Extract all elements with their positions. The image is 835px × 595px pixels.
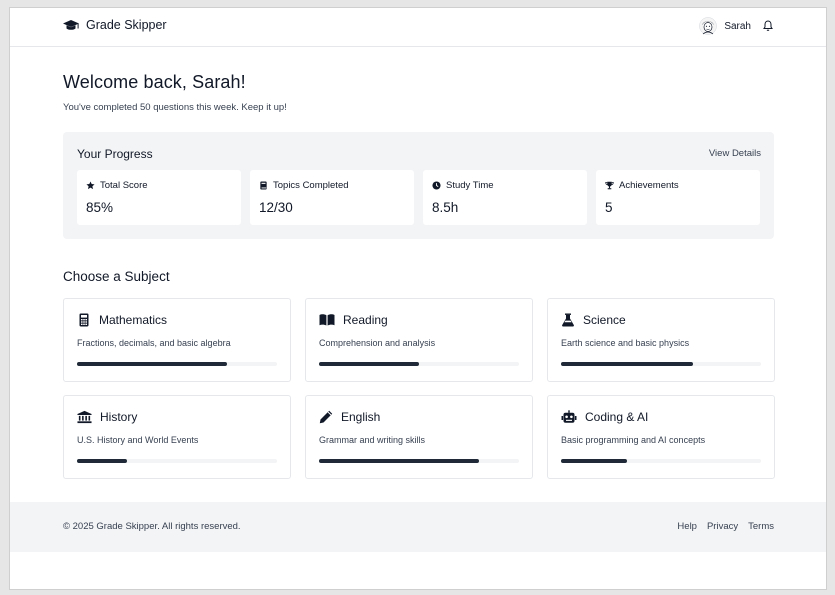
subject-name: Coding & AI (585, 410, 649, 424)
subject-card-english[interactable]: English Grammar and writing skills (305, 395, 533, 479)
subject-name: Mathematics (99, 313, 168, 327)
clock-icon (432, 181, 441, 190)
avatar[interactable] (699, 17, 718, 35)
book-icon (260, 181, 267, 190)
stats-row: Total Score 85% Topics Completed 12/30 S… (77, 170, 760, 225)
stat-value: 85% (86, 200, 114, 215)
footer-link-privacy[interactable]: Privacy (707, 521, 738, 532)
user-name: Sarah (724, 20, 751, 32)
main-content: Welcome back, Sarah! You've completed 50… (63, 46, 775, 479)
footer-link-terms[interactable]: Terms (748, 521, 774, 532)
stat-value: 5 (605, 200, 613, 215)
progress-bar-fill (77, 459, 127, 463)
footer-link-help[interactable]: Help (677, 521, 697, 532)
brand[interactable]: Grade Skipper (63, 18, 167, 32)
progress-bar-fill (319, 459, 479, 463)
stat-value: 12/30 (259, 200, 293, 215)
progress-bar (319, 362, 519, 366)
stat-label: Study Time (446, 180, 494, 191)
subject-description: Earth science and basic physics (561, 338, 690, 348)
subject-card-science[interactable]: Science Earth science and basic physics (547, 298, 775, 382)
calculator-icon (79, 313, 89, 327)
pencil-icon (319, 410, 333, 424)
progress-bar (561, 362, 761, 366)
subjects-title: Choose a Subject (63, 269, 170, 284)
subject-name: History (100, 410, 138, 424)
landmark-icon (77, 410, 92, 424)
subject-card-reading[interactable]: Reading Comprehension and analysis (305, 298, 533, 382)
stat-label: Achievements (619, 180, 679, 191)
stat-card-study-time: Study Time 8.5h (423, 170, 587, 225)
progress-panel: Your Progress View Details Total Score 8… (63, 132, 774, 239)
progress-bar-fill (319, 362, 419, 366)
bell-icon[interactable] (762, 20, 774, 32)
subject-name: Science (583, 313, 626, 327)
progress-bar (77, 459, 277, 463)
graduation-cap-icon (63, 19, 79, 30)
robot-icon (561, 410, 577, 423)
progress-title: Your Progress (77, 147, 153, 161)
stat-value: 8.5h (432, 200, 459, 215)
subject-card-mathematics[interactable]: Mathematics Fractions, decimals, and bas… (63, 298, 291, 382)
subjects-grid: Mathematics Fractions, decimals, and bas… (63, 298, 775, 479)
progress-bar (319, 459, 519, 463)
subject-description: Comprehension and analysis (319, 338, 436, 348)
app-window: Grade Skipper Sarah Welcome back, Sarah!… (9, 7, 827, 590)
progress-bar-fill (561, 459, 627, 463)
star-icon (86, 181, 95, 190)
progress-bar-fill (77, 362, 227, 366)
footer: © 2025 Grade Skipper. All rights reserve… (10, 502, 826, 552)
stat-card-total-score: Total Score 85% (77, 170, 241, 225)
stat-label: Total Score (100, 180, 148, 191)
progress-bar (561, 459, 761, 463)
copyright-text: © 2025 Grade Skipper. All rights reserve… (63, 521, 241, 532)
welcome-title: Welcome back, Sarah! (63, 72, 246, 92)
progress-bar (77, 362, 277, 366)
subject-description: U.S. History and World Events (77, 435, 199, 445)
stat-card-topics-completed: Topics Completed 12/30 (250, 170, 414, 225)
trophy-icon (605, 181, 614, 190)
subject-description: Fractions, decimals, and basic algebra (77, 338, 231, 348)
subject-name: English (341, 410, 381, 424)
stat-label: Topics Completed (273, 180, 349, 191)
top-header: Grade Skipper Sarah (10, 8, 826, 47)
flask-icon (562, 313, 574, 327)
subject-card-coding-ai[interactable]: Coding & AI Basic programming and AI con… (547, 395, 775, 479)
progress-bar-fill (561, 362, 693, 366)
stat-card-achievements: Achievements 5 (596, 170, 760, 225)
subject-description: Basic programming and AI concepts (561, 435, 706, 445)
footer-links: Help Privacy Terms (677, 521, 774, 532)
subject-description: Grammar and writing skills (319, 435, 426, 445)
open-book-icon (319, 314, 335, 326)
user-menu[interactable]: Sarah (699, 17, 774, 35)
welcome-subtitle: You've completed 50 questions this week.… (63, 102, 287, 113)
subject-name: Reading (343, 313, 388, 327)
subject-card-history[interactable]: History U.S. History and World Events (63, 395, 291, 479)
view-details-link[interactable]: View Details (709, 148, 761, 159)
brand-name: Grade Skipper (86, 18, 167, 32)
